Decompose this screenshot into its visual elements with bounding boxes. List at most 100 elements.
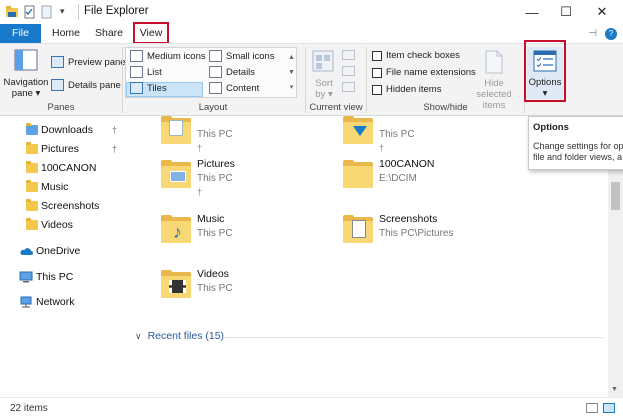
item-check-boxes-label: Item check boxes	[386, 50, 460, 61]
close-button[interactable]: ✕	[585, 0, 619, 24]
nav-item-label: Downloads	[41, 124, 93, 136]
tile-screenshots[interactable]: Screenshots This PC\Pictures	[339, 209, 499, 259]
hide-selected-items-button[interactable]: Hide selected items	[466, 48, 522, 111]
tile-pictures[interactable]: Pictures This PC †	[157, 154, 317, 204]
screenshots-folder-icon	[343, 215, 373, 243]
help-icon[interactable]: ?	[605, 27, 617, 40]
title-separator	[78, 4, 79, 20]
sort-by-icon	[312, 50, 334, 72]
nav-item-label: Pictures	[41, 143, 79, 155]
nav-item-this-pc[interactable]: This PC	[19, 268, 73, 286]
tile-location: This PC	[197, 173, 233, 184]
properties-icon[interactable]	[22, 5, 36, 19]
nav-item-network[interactable]: Network	[19, 293, 75, 311]
tab-file[interactable]: File	[0, 24, 41, 43]
downloads-folder-icon	[26, 123, 38, 135]
tile-music[interactable]: ♪ Music This PC	[157, 209, 317, 259]
layout-group-label: Layout	[198, 102, 228, 113]
small-icons-option[interactable]: Small icons	[209, 50, 275, 62]
sort-by-button[interactable]: Sort by ▾	[309, 48, 339, 100]
details-icon	[209, 66, 222, 78]
pin-icon: †	[379, 143, 385, 153]
navigation-pane: Downloads † Pictures † 100CANON Music Sc…	[0, 116, 127, 397]
scroll-thumb[interactable]	[611, 182, 620, 210]
tile-location: This PC	[197, 228, 233, 239]
file-name-extensions-label: File name extensions	[386, 67, 476, 78]
nav-item-100canon[interactable]: 100CANON	[26, 159, 96, 177]
tile-location: This PC	[197, 129, 233, 140]
pin-icon: †	[197, 187, 203, 197]
file-name-extensions-checkbox[interactable]	[372, 67, 382, 78]
nav-item-label: Network	[36, 296, 75, 308]
music-folder-icon	[26, 180, 38, 192]
nav-item-videos[interactable]: Videos	[26, 216, 73, 234]
tile-100canon[interactable]: 100CANON E:\DCIM	[339, 154, 499, 204]
content-label: Content	[226, 82, 260, 94]
navigation-pane-label: Navigation	[3, 77, 49, 88]
nav-item-label: Screenshots	[41, 200, 100, 212]
tab-home[interactable]: Home	[47, 24, 85, 43]
navigation-pane-icon	[14, 49, 38, 71]
item-check-boxes-checkbox[interactable]	[372, 50, 382, 61]
maximize-button[interactable]: ☐	[549, 0, 583, 24]
tab-share[interactable]: Share	[90, 24, 128, 43]
content-option[interactable]: Content	[209, 82, 259, 94]
hidden-items-checkbox[interactable]	[372, 84, 382, 95]
file-name-extensions-option[interactable]: File name extensions	[372, 67, 476, 78]
tile-videos[interactable]: Videos This PC	[157, 264, 317, 314]
nav-item-screenshots[interactable]: Screenshots	[26, 197, 99, 215]
details-label: Details	[226, 66, 256, 78]
customize-toolbar-icon[interactable]: ▾	[60, 6, 65, 17]
pin-ribbon-icon[interactable]: ⊣	[588, 28, 597, 39]
tiles-label: Tiles	[147, 82, 167, 94]
content-icon	[209, 82, 222, 94]
details-pane-label: Details pane	[68, 79, 121, 91]
maximize-icon: ☐	[560, 4, 572, 19]
hidden-items-option[interactable]: Hidden items	[372, 84, 441, 95]
minimize-button[interactable]: —	[515, 0, 549, 24]
layout-scroll-arrows[interactable]: ▲ ▼ ▾	[287, 50, 296, 95]
scroll-down-icon[interactable]: ▼	[611, 386, 618, 393]
details-pane-icon	[51, 79, 64, 91]
close-icon: ✕	[596, 4, 608, 19]
preview-pane-icon	[51, 56, 64, 68]
music-folder-icon: ♪	[161, 215, 191, 243]
pin-icon[interactable]: †	[112, 144, 120, 154]
navigation-pane-button[interactable]: Navigation pane ▾	[4, 47, 48, 99]
nav-item-music[interactable]: Music	[26, 178, 68, 196]
tiles-option[interactable]: Tiles	[130, 82, 167, 94]
nav-item-label: Music	[41, 181, 69, 193]
tooltip-body-line-1: Change settings for op	[533, 141, 623, 151]
large-icons-view-icon[interactable]	[603, 403, 615, 413]
tile-location: This PC\Pictures	[379, 228, 454, 239]
chevron-down-icon: ∨	[135, 330, 142, 341]
computer-icon	[19, 271, 33, 283]
onedrive-icon	[20, 248, 33, 255]
list-option[interactable]: List	[130, 66, 162, 78]
list-icon	[130, 66, 143, 78]
recent-files-group-header[interactable]: ∨ Recent files (15)	[135, 330, 224, 342]
title-bar: ▾ File Explorer — ☐ ✕	[0, 0, 623, 24]
view-tab-highlight	[133, 22, 169, 44]
new-folder-icon[interactable]	[40, 5, 54, 19]
nav-item-label: 100CANON	[41, 162, 97, 174]
recent-files-divider	[223, 337, 603, 338]
preview-pane-button[interactable]: Preview pane	[51, 56, 126, 68]
pictures-folder-icon	[26, 142, 38, 154]
details-option[interactable]: Details	[209, 66, 255, 78]
nav-item-onedrive[interactable]: OneDrive	[19, 242, 80, 260]
nav-item-pictures[interactable]: Pictures	[26, 140, 79, 158]
tile-name: Pictures	[197, 158, 235, 170]
medium-icons-option[interactable]: Medium icons	[130, 50, 206, 62]
item-check-boxes-option[interactable]: Item check boxes	[372, 50, 460, 61]
nav-item-label: OneDrive	[36, 245, 81, 257]
medium-icons-icon	[130, 50, 143, 62]
nav-item-downloads[interactable]: Downloads	[26, 121, 93, 139]
group-by-controls[interactable]	[342, 50, 360, 92]
details-pane-button[interactable]: Details pane	[51, 79, 121, 91]
list-label: List	[147, 66, 162, 78]
details-view-icon[interactable]	[586, 403, 598, 413]
folder-icon	[343, 160, 373, 188]
pin-icon[interactable]: †	[112, 125, 120, 135]
hidden-items-label: Hidden items	[386, 84, 442, 95]
